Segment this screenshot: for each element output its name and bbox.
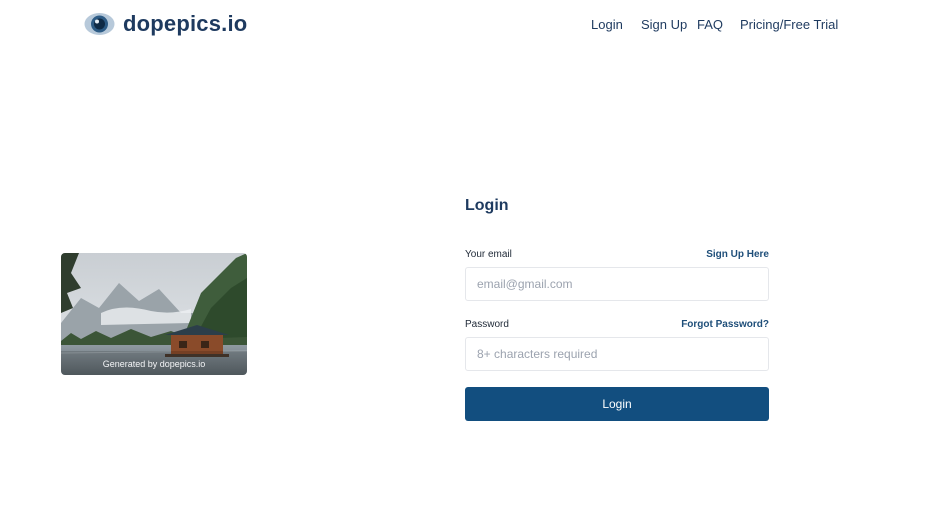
nav-login-link[interactable]: Login bbox=[591, 17, 623, 32]
login-button[interactable]: Login bbox=[465, 387, 769, 421]
nav-signup-link[interactable]: Sign Up bbox=[641, 17, 687, 32]
password-label: Password bbox=[465, 319, 509, 330]
generated-image-card: Generated by dopepics.io bbox=[61, 253, 247, 375]
password-input[interactable] bbox=[465, 337, 769, 371]
eye-logo-icon bbox=[84, 11, 115, 37]
lake-cabin-image bbox=[61, 253, 247, 375]
forgot-password-link[interactable]: Forgot Password? bbox=[681, 319, 769, 330]
email-label: Your email bbox=[465, 249, 512, 260]
signup-here-link[interactable]: Sign Up Here bbox=[706, 249, 769, 260]
brand-logo[interactable]: dopepics.io bbox=[84, 11, 247, 37]
nav-pricing-link[interactable]: Pricing/Free Trial bbox=[740, 17, 838, 32]
image-caption: Generated by dopepics.io bbox=[102, 359, 206, 369]
brand-name: dopepics.io bbox=[123, 11, 248, 36]
email-input[interactable] bbox=[465, 267, 769, 301]
login-title: Login bbox=[465, 197, 509, 214]
nav-faq-link[interactable]: FAQ bbox=[697, 17, 723, 32]
